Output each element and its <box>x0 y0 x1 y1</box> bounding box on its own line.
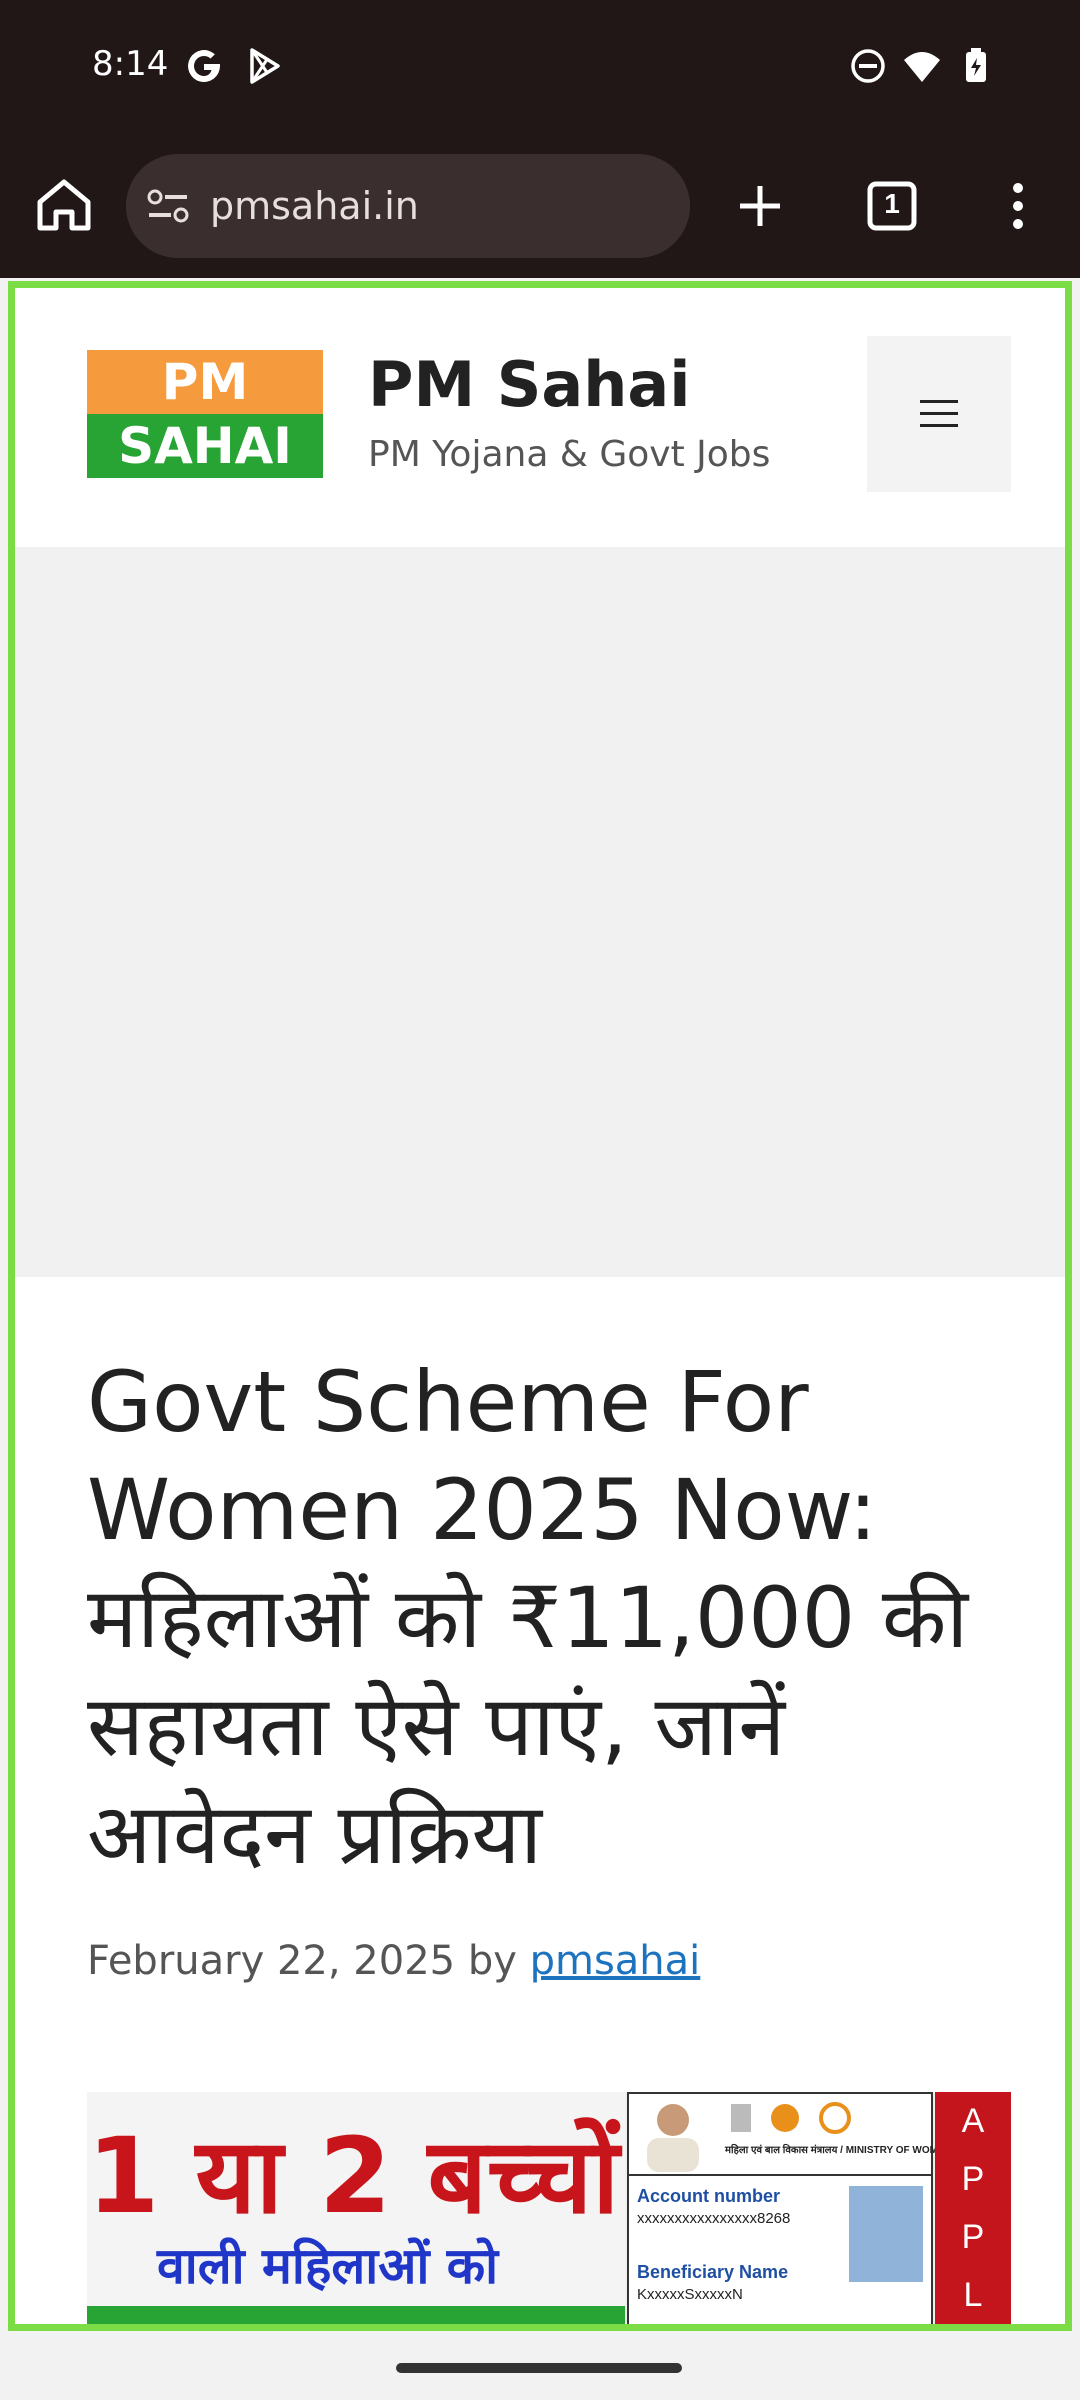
banner-subline: वाली महिलाओं को <box>157 2237 499 2295</box>
status-bar: 8:14 <box>0 0 1080 138</box>
tab-count: 1 <box>884 188 900 219</box>
apply-text: APPLY <box>961 2102 985 2314</box>
account-label: Account number <box>637 2186 781 2206</box>
logo-bottom-text: SAHAI <box>87 414 323 478</box>
account-value: xxxxxxxxxxxxxxxx8268 <box>637 2210 791 2227</box>
article-title: Govt Scheme For Women 2025 Now: महिलाओं … <box>87 1353 969 1883</box>
beneficiary-photo <box>849 2186 923 2282</box>
status-time: 8:14 <box>92 44 169 84</box>
beneficiary-value: KxxxxxSxxxxxN <box>637 2286 743 2303</box>
address-bar[interactable]: pmsahai.in <box>126 154 690 258</box>
system-nav-bar <box>0 2331 1080 2400</box>
hamburger-icon <box>920 400 958 427</box>
article-date: February 22, 2025 <box>87 1938 456 1984</box>
browser-toolbar: pmsahai.in 1 <box>0 138 1080 278</box>
site-info-icon[interactable] <box>146 186 190 226</box>
article-meta: February 22, 2025 by pmsahai <box>87 1938 700 1984</box>
byline-prefix: by <box>467 1938 517 1984</box>
banner-headline: 1 या 2 बच्चों <box>87 2115 620 2237</box>
emblem-logos-icon <box>731 2102 851 2134</box>
new-tab-icon[interactable] <box>720 166 800 246</box>
site-header: PM SAHAI PM Sahai PM Yojana & Govt Jobs <box>15 288 1065 547</box>
beneficiary-card: महिला एवं बाल विकास मंत्रालय / MINISTRY … <box>627 2092 1011 2324</box>
site-tagline: PM Yojana & Govt Jobs <box>368 434 771 475</box>
apply-strip: APPLY <box>935 2092 1011 2324</box>
author-link[interactable]: pmsahai <box>530 1938 701 1984</box>
site-title[interactable]: PM Sahai <box>368 348 690 421</box>
wifi-icon <box>902 46 942 86</box>
battery-icon <box>956 46 996 86</box>
play-store-icon <box>244 46 284 86</box>
banner-green-strip <box>87 2306 625 2324</box>
logo-top-text: PM <box>87 350 323 414</box>
do-not-disturb-icon <box>848 46 888 86</box>
menu-button[interactable] <box>867 336 1011 492</box>
web-page: PM SAHAI PM Sahai PM Yojana & Govt Jobs … <box>8 281 1072 2331</box>
home-icon[interactable] <box>24 166 104 246</box>
google-icon <box>184 46 224 86</box>
url-text: pmsahai.in <box>210 184 419 228</box>
ad-placeholder <box>15 547 1065 1277</box>
card-header: महिला एवं बाल विकास मंत्रालय / MINISTRY … <box>629 2094 1011 2176</box>
tab-switcher-icon[interactable]: 1 <box>852 166 932 246</box>
overflow-menu-icon[interactable] <box>978 166 1058 246</box>
site-logo[interactable]: PM SAHAI <box>87 350 323 478</box>
featured-image: 1 या 2 बच्चों वाली महिलाओं को महिला एवं … <box>87 2092 1011 2324</box>
gesture-handle[interactable] <box>396 2363 682 2373</box>
beneficiary-label: Beneficiary Name <box>637 2262 789 2282</box>
banner-text-area: 1 या 2 बच्चों वाली महिलाओं को <box>87 2092 625 2324</box>
person-portrait-icon <box>647 2104 699 2172</box>
